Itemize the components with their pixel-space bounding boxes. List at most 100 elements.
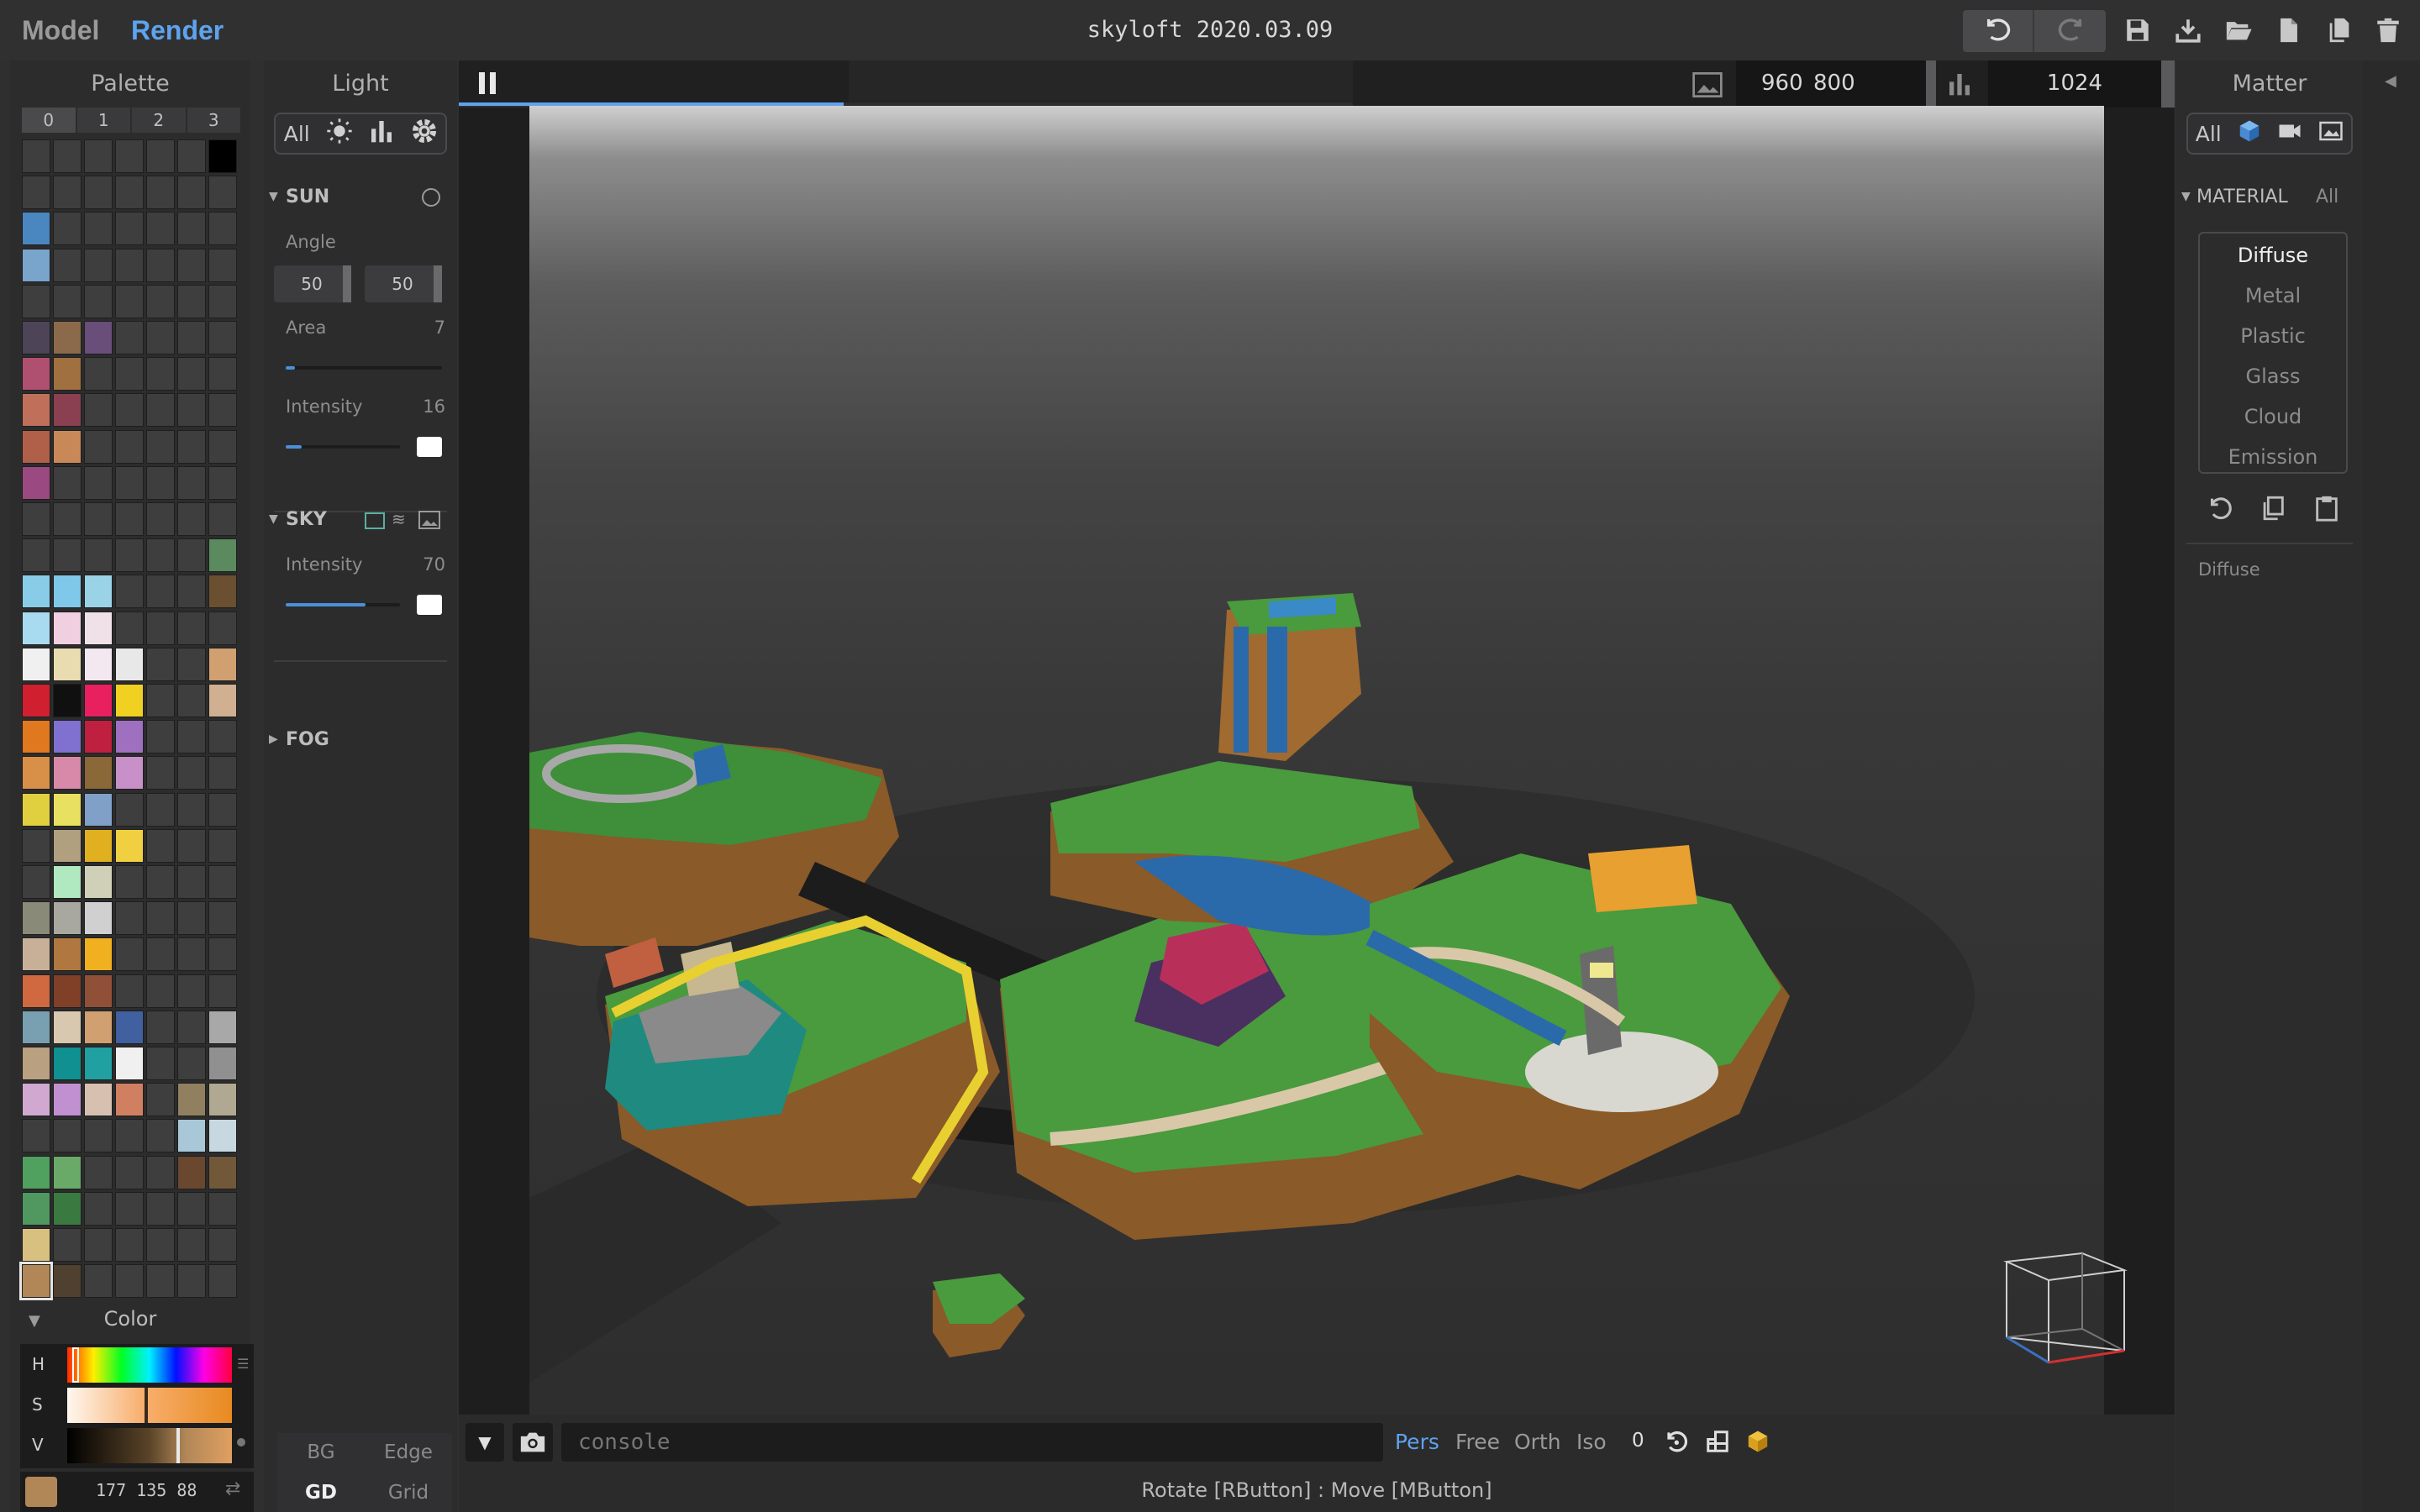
palette-swatch[interactable] — [208, 1119, 237, 1153]
palette-swatch[interactable] — [146, 974, 175, 1008]
palette-swatch[interactable] — [208, 357, 237, 391]
palette-swatch[interactable] — [53, 284, 82, 318]
palette-swatch[interactable] — [208, 139, 237, 173]
palette-swatch[interactable] — [53, 756, 82, 790]
sun-collapse-arrow[interactable]: ▼ — [269, 190, 278, 203]
palette-swatch[interactable] — [115, 248, 144, 282]
palette-swatch[interactable] — [53, 684, 82, 717]
palette-swatch[interactable] — [177, 357, 206, 391]
palette-swatch[interactable] — [53, 974, 82, 1008]
palette-swatch[interactable] — [84, 647, 113, 681]
palette-swatch[interactable] — [53, 792, 82, 827]
palette-swatch[interactable] — [22, 937, 50, 972]
palette-swatch[interactable] — [177, 1119, 206, 1153]
palette-swatch[interactable] — [84, 248, 113, 282]
palette-swatch[interactable] — [22, 357, 50, 391]
gear-filter-icon[interactable] — [403, 118, 446, 150]
palette-swatch[interactable] — [53, 139, 82, 173]
palette-swatch[interactable] — [53, 901, 82, 936]
focus-voxel-button[interactable] — [1741, 1425, 1775, 1458]
reset-camera-button[interactable] — [1659, 1425, 1692, 1458]
palette-column-3[interactable]: 3 — [187, 108, 241, 133]
value-slider[interactable] — [67, 1428, 232, 1463]
palette-swatch[interactable] — [22, 1228, 50, 1262]
palette-swatch[interactable] — [115, 974, 144, 1008]
palette-swatch[interactable] — [53, 393, 82, 428]
palette-swatch[interactable] — [53, 1010, 82, 1044]
palette-swatch[interactable] — [146, 502, 175, 536]
palette-swatch[interactable] — [115, 756, 144, 790]
palette-swatch[interactable] — [115, 1191, 144, 1226]
palette-swatch[interactable] — [146, 865, 175, 899]
collapse-arrow-icon[interactable]: ◀ — [2385, 72, 2396, 90]
palette-swatch[interactable] — [115, 611, 144, 645]
material-plastic[interactable]: Plastic — [2200, 316, 2346, 356]
paste-material-button[interactable] — [2306, 489, 2348, 528]
palette-swatch[interactable] — [208, 647, 237, 681]
palette-swatch[interactable] — [115, 1119, 144, 1153]
palette-swatch[interactable] — [22, 1155, 50, 1189]
rgb-value[interactable]: 177 135 88 — [96, 1480, 197, 1500]
palette-swatch[interactable] — [22, 1083, 50, 1117]
palette-swatch[interactable] — [53, 429, 82, 464]
palette-column-0[interactable]: 0 — [22, 108, 77, 133]
palette-swatch[interactable] — [177, 720, 206, 754]
bg-toggle[interactable]: BG — [277, 1433, 365, 1472]
palette-swatch[interactable] — [53, 465, 82, 500]
palette-swatch[interactable] — [84, 865, 113, 899]
palette-swatch[interactable] — [115, 465, 144, 500]
palette-swatch[interactable] — [22, 1191, 50, 1226]
palette-swatch[interactable] — [115, 828, 144, 863]
palette-swatch[interactable] — [146, 647, 175, 681]
edge-toggle[interactable]: Edge — [365, 1433, 452, 1472]
palette-swatch[interactable] — [177, 1264, 206, 1299]
palette-swatch[interactable] — [53, 538, 82, 573]
palette-swatch[interactable] — [53, 1119, 82, 1153]
material-diffuse[interactable]: Diffuse — [2200, 235, 2346, 276]
palette-swatch[interactable] — [208, 575, 237, 609]
palette-swatch[interactable] — [53, 502, 82, 536]
palette-swatch[interactable] — [115, 1228, 144, 1262]
palette-swatch[interactable] — [177, 937, 206, 972]
palette-swatch[interactable] — [177, 647, 206, 681]
palette-swatch[interactable] — [19, 1262, 53, 1301]
palette-swatch[interactable] — [146, 429, 175, 464]
palette-column-1[interactable]: 1 — [77, 108, 132, 133]
palette-swatch[interactable] — [84, 1083, 113, 1117]
samples-icon[interactable] — [1944, 71, 1978, 97]
palette-swatch[interactable] — [53, 1191, 82, 1226]
palette-swatch[interactable] — [22, 611, 50, 645]
palette-swatch[interactable] — [115, 720, 144, 754]
screenshot-button[interactable] — [513, 1423, 553, 1462]
palette-swatch[interactable] — [146, 248, 175, 282]
palette-swatch[interactable] — [22, 756, 50, 790]
camera-mode-orth[interactable]: Orth — [1514, 1430, 1561, 1454]
palette-swatch[interactable] — [208, 865, 237, 899]
sun-intensity-slider[interactable] — [286, 445, 400, 449]
palette-swatch[interactable] — [208, 937, 237, 972]
palette-swatch[interactable] — [84, 1191, 113, 1226]
palette-swatch[interactable] — [22, 575, 50, 609]
palette-swatch[interactable] — [84, 720, 113, 754]
image-size-icon[interactable] — [1691, 72, 1724, 97]
palette-swatch[interactable] — [208, 828, 237, 863]
palette-swatch[interactable] — [146, 756, 175, 790]
material-collapse-arrow[interactable]: ▼ — [2181, 190, 2191, 203]
palette-swatch[interactable] — [22, 176, 50, 210]
palette-swatch[interactable] — [115, 176, 144, 210]
saturation-slider[interactable] — [67, 1388, 232, 1423]
saturation-handle[interactable] — [145, 1388, 148, 1423]
palette-swatch[interactable] — [177, 1191, 206, 1226]
palette-swatch[interactable] — [208, 792, 237, 827]
palette-swatch[interactable] — [177, 465, 206, 500]
material-metal[interactable]: Metal — [2200, 276, 2346, 316]
palette-swatch[interactable] — [84, 684, 113, 717]
palette-swatch[interactable] — [84, 284, 113, 318]
palette-swatch[interactable] — [84, 1155, 113, 1189]
palette-swatch[interactable] — [115, 647, 144, 681]
palette-swatch[interactable] — [53, 1228, 82, 1262]
tab-render[interactable]: Render — [131, 0, 224, 60]
sky-gradient-icon[interactable]: ≋ — [392, 509, 406, 529]
palette-swatch[interactable] — [84, 176, 113, 210]
palette-swatch[interactable] — [115, 212, 144, 246]
